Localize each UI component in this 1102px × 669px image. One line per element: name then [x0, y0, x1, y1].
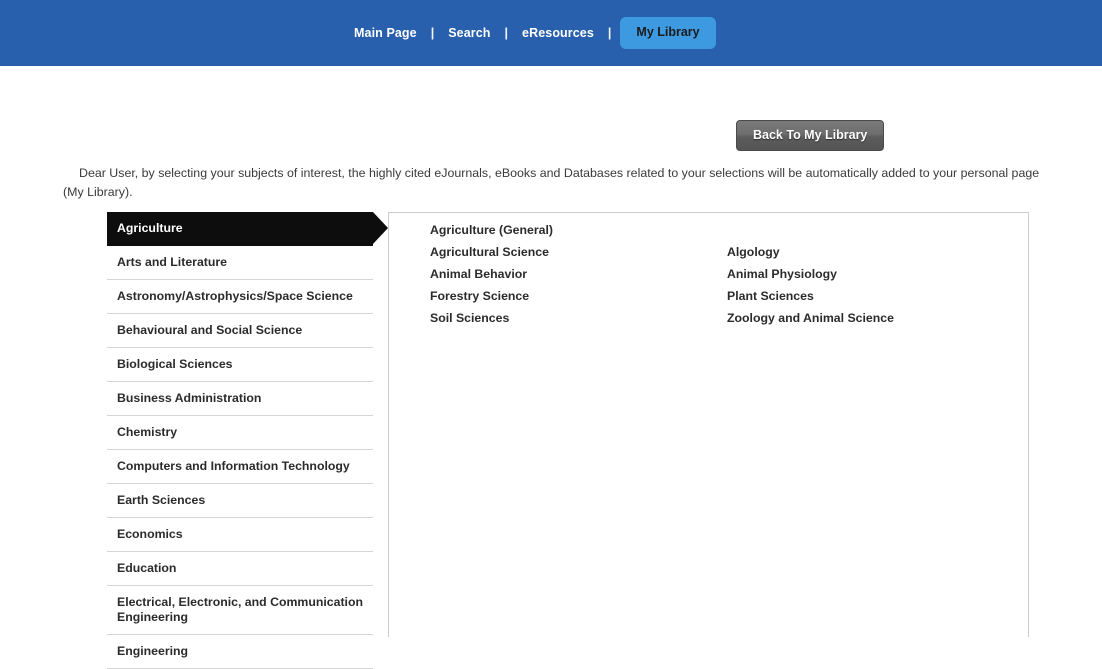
sidebar-item-electrical-electronic-and-communication-engineering[interactable]: Electrical, Electronic, and Communicatio… — [107, 586, 373, 635]
nav-separator-2: | — [504, 26, 509, 40]
subject-link-algology[interactable]: Algology — [727, 241, 894, 263]
sidebar-item-chemistry[interactable]: Chemistry — [107, 416, 373, 450]
sidebar-item-biological-sciences[interactable]: Biological Sciences — [107, 348, 373, 382]
nav-link-main-page[interactable]: Main Page — [340, 27, 431, 40]
sidebar-item-computers-and-information-technology[interactable]: Computers and Information Technology — [107, 450, 373, 484]
subject-link-agriculture-general[interactable]: Agriculture (General) — [430, 219, 553, 241]
nav-tab-my-library[interactable]: My Library — [620, 17, 716, 49]
back-to-my-library-container: Back To My Library — [736, 120, 885, 152]
nav-separator-1: | — [430, 26, 435, 40]
nav-link-eresources[interactable]: eResources — [508, 27, 608, 40]
sidebar-item-arts-and-literature[interactable]: Arts and Literature — [107, 246, 373, 280]
subject-detail-panel: Agriculture (General) Agricultural Scien… — [388, 212, 1029, 637]
subject-link-agricultural-science[interactable]: Agricultural Science — [430, 241, 553, 263]
subject-link-animal-physiology[interactable]: Animal Physiology — [727, 263, 894, 285]
subject-column-left: Agriculture (General) Agricultural Scien… — [430, 219, 553, 329]
subject-link-forestry-science[interactable]: Forestry Science — [430, 285, 553, 307]
subject-link-animal-behavior[interactable]: Animal Behavior — [430, 263, 553, 285]
nav-separator-3: | — [607, 26, 612, 40]
subject-column-right: Algology Animal Physiology Plant Science… — [727, 241, 894, 329]
back-to-my-library-button[interactable]: Back To My Library — [736, 120, 885, 152]
subject-link-plant-sciences[interactable]: Plant Sciences — [727, 285, 894, 307]
sidebar-item-engineering[interactable]: Engineering — [107, 635, 373, 669]
subject-link-soil-sciences[interactable]: Soil Sciences — [430, 307, 553, 329]
sidebar-item-earth-sciences[interactable]: Earth Sciences — [107, 484, 373, 518]
sidebar-item-business-administration[interactable]: Business Administration — [107, 382, 373, 416]
sidebar-item-education[interactable]: Education — [107, 552, 373, 586]
sidebar-item-economics[interactable]: Economics — [107, 518, 373, 552]
intro-description: Dear User, by selecting your subjects of… — [63, 166, 1040, 200]
subject-columns: Agriculture (General) Agricultural Scien… — [389, 213, 1028, 643]
nav-link-search[interactable]: Search — [434, 27, 504, 40]
sidebar-item-agriculture[interactable]: Agriculture — [107, 212, 388, 246]
subjects-area: Agriculture Arts and Literature Astronom… — [0, 212, 1102, 669]
sidebar-item-behavioural-and-social-science[interactable]: Behavioural and Social Science — [107, 314, 373, 348]
subject-sidebar: Agriculture Arts and Literature Astronom… — [107, 212, 388, 669]
subject-link-zoology-and-animal-science[interactable]: Zoology and Animal Science — [727, 307, 894, 329]
main-navigation: Main Page | Search | eResources | My Lib… — [340, 0, 716, 66]
sidebar-item-astronomy-astrophysics-space-science[interactable]: Astronomy/Astrophysics/Space Science — [107, 280, 373, 314]
site-header: Main Page | Search | eResources | My Lib… — [0, 0, 1102, 66]
